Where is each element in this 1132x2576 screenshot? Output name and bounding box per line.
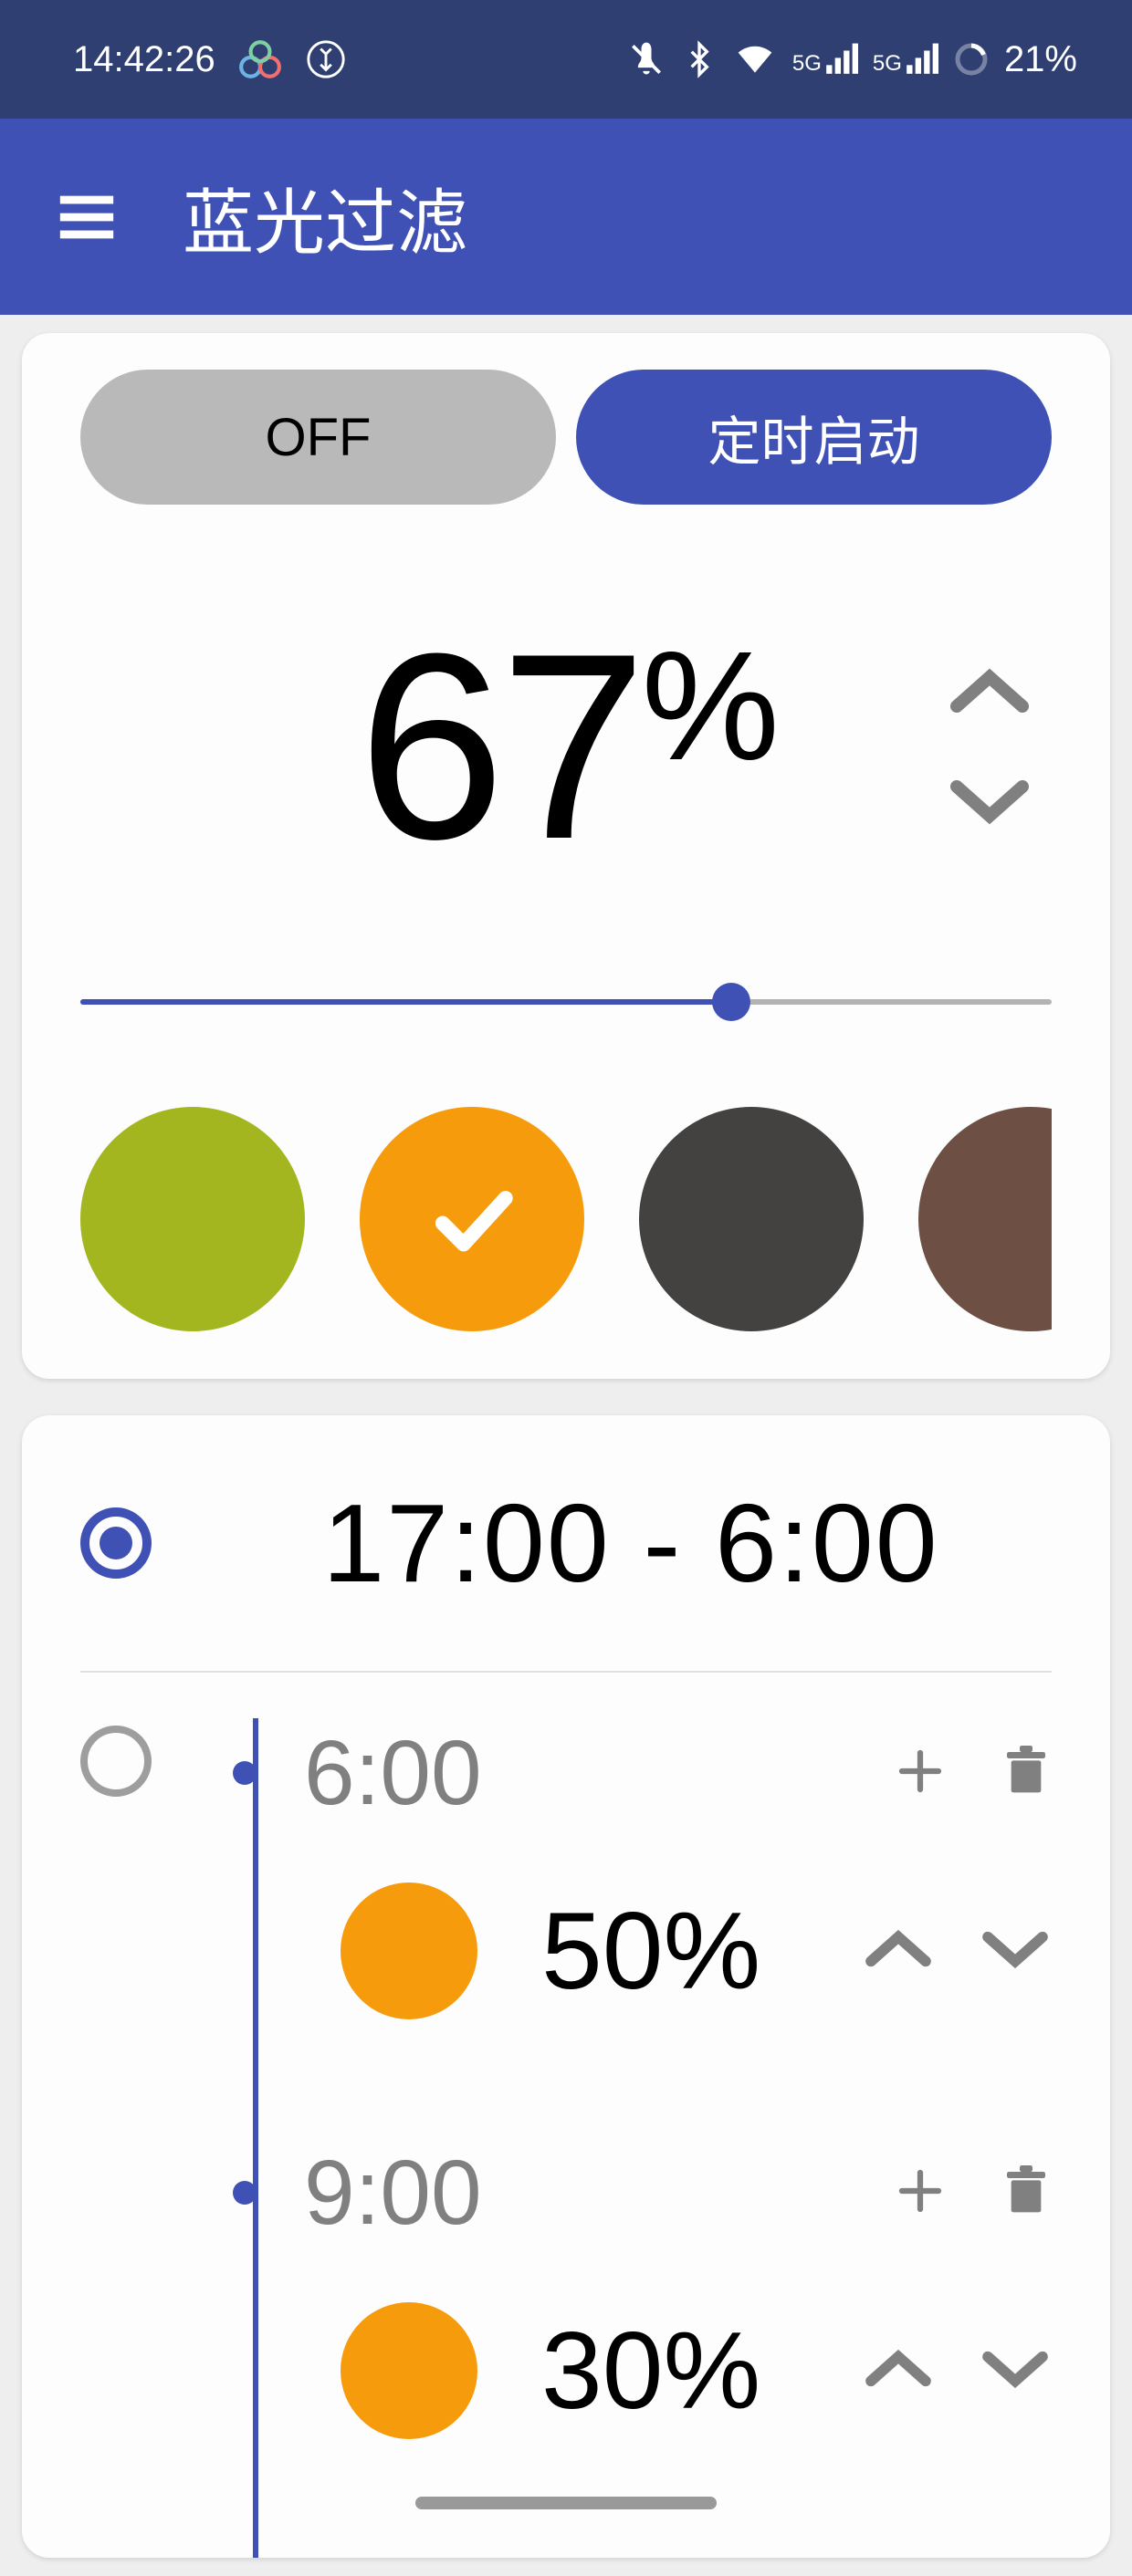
color-swatch-3[interactable] bbox=[918, 1107, 1052, 1331]
schedule-step: 6:00 50% bbox=[176, 1718, 1052, 2019]
color-swatch-2[interactable] bbox=[639, 1107, 864, 1331]
step-color[interactable] bbox=[341, 2302, 477, 2439]
add-step-button[interactable] bbox=[893, 1744, 948, 1803]
battery-ring-icon bbox=[953, 41, 990, 78]
wifi-icon bbox=[732, 39, 778, 79]
step-increase-button[interactable] bbox=[862, 2343, 935, 2399]
decrease-button[interactable] bbox=[946, 774, 1033, 829]
increase-button[interactable] bbox=[946, 664, 1033, 719]
intensity-value: 67% bbox=[358, 614, 774, 879]
timeline-dot bbox=[233, 1761, 257, 1785]
schedule-radio-selected[interactable] bbox=[80, 1507, 152, 1579]
menu-icon[interactable] bbox=[55, 185, 119, 249]
step-decrease-button[interactable] bbox=[979, 1924, 1052, 1979]
intensity-unit: % bbox=[642, 620, 774, 793]
battery-percent: 21% bbox=[1004, 39, 1077, 80]
signal-icon-2 bbox=[904, 42, 938, 77]
mute-icon bbox=[626, 39, 666, 79]
schedule-step: 9:00 30% bbox=[176, 2138, 1052, 2439]
filter-card: OFF 定时启动 67% bbox=[22, 333, 1110, 1379]
delete-step-button[interactable] bbox=[1001, 2164, 1052, 2223]
schedule-button[interactable]: 定时启动 bbox=[576, 370, 1052, 505]
status-bar: 14:42:26 5G 5G 21% bbox=[0, 0, 1132, 119]
intensity-slider[interactable] bbox=[80, 988, 1052, 1016]
off-button[interactable]: OFF bbox=[80, 370, 556, 505]
delete-step-button[interactable] bbox=[1001, 1744, 1052, 1803]
accessibility-icon bbox=[305, 38, 347, 80]
nav-handle[interactable] bbox=[415, 2497, 717, 2509]
cloud-icon bbox=[237, 37, 283, 82]
step-increase-button[interactable] bbox=[862, 1924, 935, 1979]
step-time[interactable]: 6:00 bbox=[304, 1721, 482, 1826]
color-swatch-0[interactable] bbox=[80, 1107, 305, 1331]
page-title: 蓝光过滤 bbox=[183, 166, 467, 268]
schedule-card: 17:00 - 6:00 6:00 50% 9:00 30% bbox=[22, 1415, 1110, 2558]
add-step-button[interactable] bbox=[893, 2164, 948, 2223]
status-time: 14:42:26 bbox=[73, 39, 215, 80]
check-icon bbox=[422, 1169, 522, 1269]
step-color[interactable] bbox=[341, 1882, 477, 2019]
step-decrease-button[interactable] bbox=[979, 2343, 1052, 2399]
step-time[interactable]: 9:00 bbox=[304, 2141, 482, 2246]
signal-icon-1 bbox=[823, 42, 858, 77]
schedule-radio-unselected[interactable] bbox=[80, 1726, 152, 1797]
step-percent: 30% bbox=[541, 2308, 760, 2434]
app-bar: 蓝光过滤 bbox=[0, 119, 1132, 315]
step-percent: 50% bbox=[541, 1888, 760, 2014]
signal-label-1: 5G bbox=[792, 51, 822, 77]
bluetooth-icon bbox=[681, 39, 718, 79]
color-swatch-1[interactable] bbox=[360, 1107, 584, 1331]
signal-label-2: 5G bbox=[873, 51, 902, 77]
schedule-range[interactable]: 17:00 - 6:00 bbox=[210, 1479, 1052, 1607]
intensity-number: 67 bbox=[358, 599, 642, 894]
timeline-dot bbox=[233, 2181, 257, 2205]
